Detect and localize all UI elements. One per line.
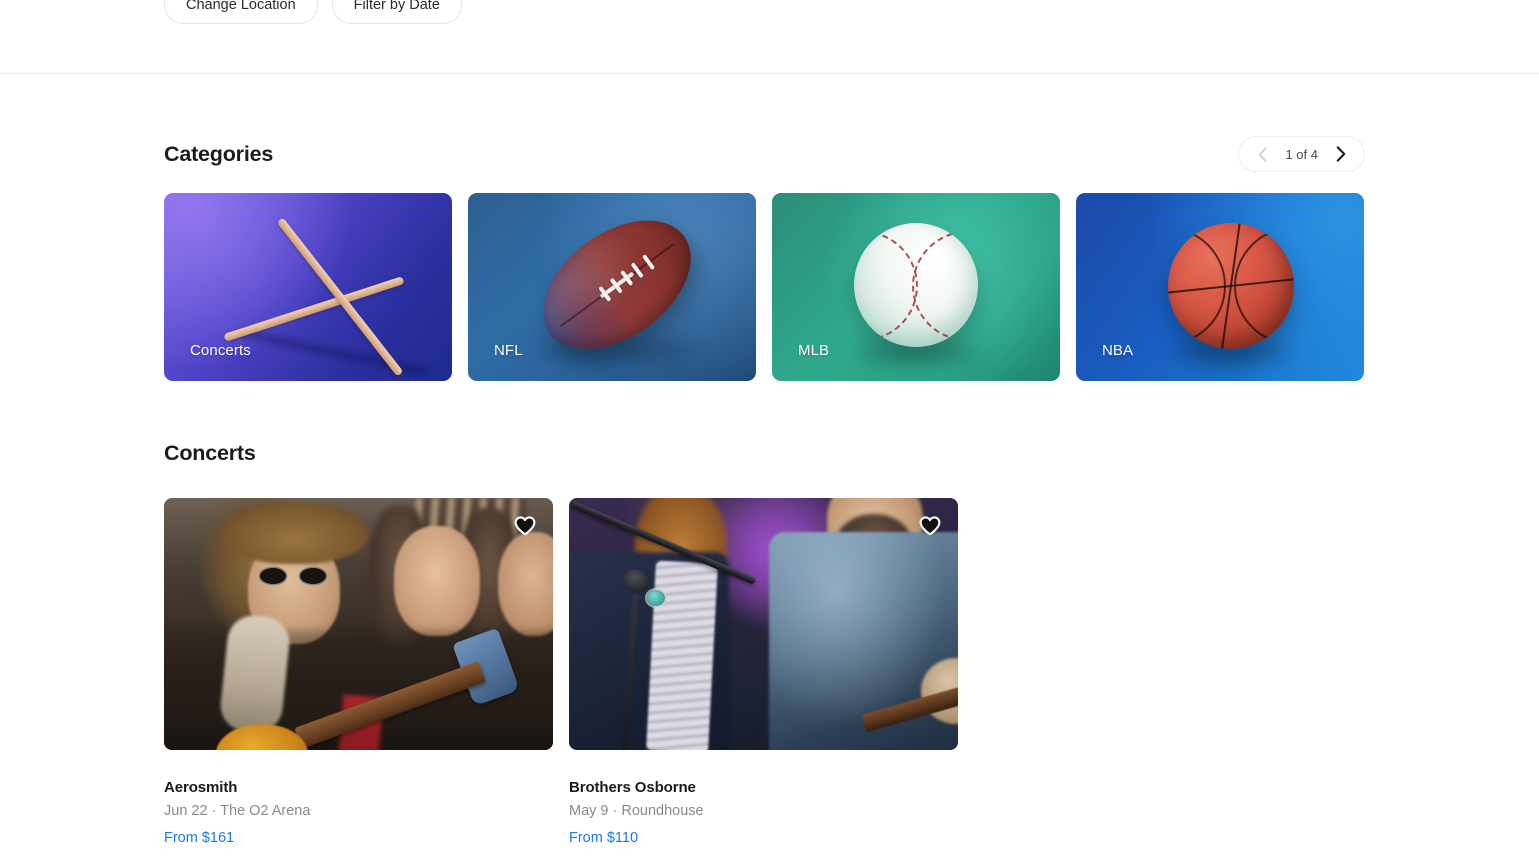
filter-bar: Change Location Filter by Date [164, 0, 462, 24]
category-label: Concerts [190, 342, 251, 359]
pagination-next-button[interactable] [1324, 137, 1358, 171]
categories-section-header: Categories 1 of 4 [164, 136, 1365, 172]
category-card-nfl[interactable]: NFL [468, 193, 756, 381]
chevron-right-icon [1336, 146, 1346, 162]
category-label: NFL [494, 342, 523, 359]
event-meta: Jun 22 · The O2 Arena [164, 803, 311, 819]
event-price[interactable]: From $110 [569, 830, 958, 846]
filter-by-date-button[interactable]: Filter by Date [331, 0, 462, 24]
pagination-prev-button[interactable] [1245, 137, 1279, 171]
event-image[interactable] [164, 498, 553, 750]
categories-card-row: Concerts NFL MLB NBA [164, 193, 1364, 381]
heart-icon [514, 516, 536, 536]
category-label: MLB [798, 342, 830, 359]
brothers-osborne-photo [569, 498, 958, 750]
change-location-button[interactable]: Change Location [164, 0, 318, 24]
aerosmith-photo [164, 498, 553, 750]
concerts-section-header: Concerts [164, 441, 1365, 466]
category-label: NBA [1102, 342, 1134, 359]
chevron-left-icon [1258, 146, 1267, 162]
categories-title: Categories [164, 141, 274, 166]
event-meta: May 9 · Roundhouse [569, 803, 704, 819]
event-title: Brothers Osborne [569, 779, 696, 796]
heart-icon [919, 516, 941, 536]
pagination-count: 1 of 4 [1285, 146, 1318, 162]
category-card-concerts[interactable]: Concerts [164, 193, 452, 381]
header-divider [0, 73, 1539, 74]
event-card-brothers-osborne[interactable]: Brothers Osborne May 9 · Roundhouse From… [569, 498, 958, 846]
favorite-button[interactable] [513, 514, 537, 538]
event-price[interactable]: From $161 [164, 830, 553, 846]
favorite-button[interactable] [918, 514, 942, 538]
concerts-card-row: Aerosmith Jun 22 · The O2 Arena From $16… [164, 498, 958, 846]
event-title: Aerosmith [164, 779, 238, 796]
categories-pagination: 1 of 4 [1238, 136, 1365, 172]
event-card-aerosmith[interactable]: Aerosmith Jun 22 · The O2 Arena From $16… [164, 498, 553, 846]
category-card-mlb[interactable]: MLB [772, 193, 1060, 381]
category-card-nba[interactable]: NBA [1076, 193, 1364, 381]
concerts-title: Concerts [164, 441, 256, 465]
event-image[interactable] [569, 498, 958, 750]
